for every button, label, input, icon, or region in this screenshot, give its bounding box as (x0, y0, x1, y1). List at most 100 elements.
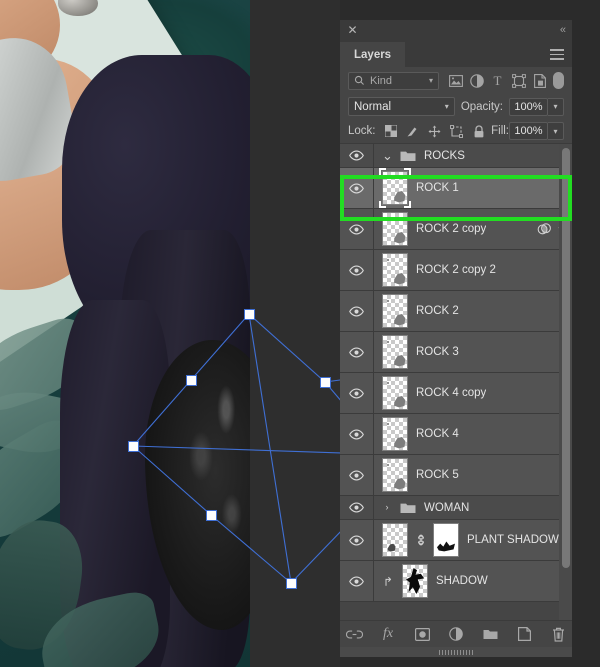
thumbnail-figure (406, 568, 425, 594)
delete-layer-button[interactable] (549, 625, 567, 643)
layer-visibility-toggle[interactable] (340, 561, 374, 601)
layer-row-body[interactable]: ROCK 2 copy▾ (374, 209, 572, 249)
filter-pixel-icon[interactable] (445, 71, 466, 91)
layer-row-body[interactable]: PLANT SHADOW (374, 520, 572, 560)
layer-row-body[interactable]: › WOMAN (374, 496, 572, 519)
transform-handle[interactable] (127, 440, 139, 452)
transform-handle[interactable] (243, 308, 255, 320)
lock-artboard-icon[interactable] (447, 122, 467, 140)
layer-row-rocks[interactable]: ⌄ ROCKS (340, 144, 572, 168)
layer-style-fx-button[interactable]: fx (379, 625, 397, 643)
layer-row-rock-1[interactable]: ROCK 1 (340, 168, 572, 209)
filter-type-icons: T (445, 71, 564, 91)
grip-lines-icon (439, 649, 473, 655)
layer-thumbnail[interactable] (382, 212, 408, 246)
layer-row-body[interactable]: ROCK 2 copy 2 (374, 250, 572, 290)
layer-list-scrollbar[interactable] (559, 144, 572, 620)
transform-handle[interactable] (185, 374, 197, 386)
layer-visibility-toggle[interactable] (340, 332, 374, 372)
layer-row-rock-5[interactable]: ROCK 5 (340, 455, 572, 496)
transform-handle[interactable] (285, 577, 297, 589)
effects-icon[interactable] (537, 222, 552, 236)
filter-enable-toggle[interactable] (553, 72, 564, 89)
layer-name-label: ROCK 3 (416, 346, 459, 358)
new-adjustment-layer-button[interactable] (447, 625, 465, 643)
panel-menu-icon[interactable] (550, 49, 564, 60)
layer-row-body[interactable]: ROCK 5 (374, 455, 572, 495)
layer-row-body[interactable]: ROCK 4 (374, 414, 572, 454)
layer-thumbnail[interactable] (382, 417, 408, 451)
filter-type-icon[interactable]: T (487, 71, 508, 91)
layer-row-body[interactable]: ROCK 1 (374, 168, 572, 208)
layer-thumbnail[interactable] (382, 376, 408, 410)
layer-row-rock-2-copy-2[interactable]: ROCK 2 copy 2 (340, 250, 572, 291)
layer-row-body[interactable]: ROCK 2 (374, 291, 572, 331)
layer-row-woman[interactable]: › WOMAN (340, 496, 572, 520)
layer-row-body[interactable]: ↳ SHADOW (374, 561, 572, 601)
chevron-down-icon[interactable]: ⌄ (382, 149, 393, 162)
lock-image-icon[interactable] (403, 122, 423, 140)
layer-visibility-toggle[interactable] (340, 414, 374, 454)
lock-all-icon[interactable] (469, 122, 489, 140)
filter-smartobject-icon[interactable] (529, 71, 550, 91)
layer-name-label: ROCK 4 copy (416, 387, 487, 399)
layer-row-body[interactable]: ROCK 4 copy (374, 373, 572, 413)
layer-thumbnail[interactable] (379, 168, 411, 208)
layer-visibility-toggle[interactable] (340, 496, 374, 519)
layer-visibility-toggle[interactable] (340, 291, 374, 331)
layer-mask-thumbnail[interactable] (433, 523, 459, 557)
layer-thumbnail[interactable] (402, 564, 428, 598)
layer-row-shadow[interactable]: ↳ SHADOW (340, 561, 572, 602)
mask-link-icon[interactable] (416, 534, 425, 546)
layer-row-rock-2[interactable]: ROCK 2 (340, 291, 572, 332)
layer-thumbnail[interactable] (382, 523, 408, 557)
layer-visibility-toggle[interactable] (340, 455, 374, 495)
layer-list[interactable]: ⌄ ROCKS ROCK 1 ROCK 2 copy▾ ROCK 2 copy 2 ROC… (340, 143, 572, 620)
canvas-area[interactable] (0, 0, 340, 667)
blend-mode-select[interactable]: Normal ▾ (348, 97, 455, 116)
lock-transparency-icon[interactable] (381, 122, 401, 140)
layer-thumbnail[interactable] (382, 253, 408, 287)
layer-visibility-toggle[interactable] (340, 144, 374, 167)
document-artwork[interactable] (0, 0, 250, 667)
layer-row-plant-shadow[interactable]: PLANT SHADOW (340, 520, 572, 561)
layer-row-rock-3[interactable]: ROCK 3 (340, 332, 572, 373)
opacity-input[interactable]: 100% (509, 97, 548, 116)
fill-stepper-chevron-icon[interactable]: ▾ (548, 122, 564, 140)
add-layer-mask-button[interactable] (413, 625, 431, 643)
folder-icon (400, 150, 416, 162)
filter-adjustment-icon[interactable] (466, 71, 487, 91)
layer-thumbnail[interactable] (382, 458, 408, 492)
collapse-panel-icon[interactable]: « (560, 24, 566, 36)
opacity-field-group: 100% ▾ (509, 97, 564, 116)
layer-visibility-toggle[interactable] (340, 520, 374, 560)
layer-thumbnail[interactable] (382, 335, 408, 369)
layer-row-rock-4-copy[interactable]: ROCK 4 copy (340, 373, 572, 414)
layer-list-scrollbar-thumb[interactable] (562, 148, 570, 568)
fill-input[interactable]: 100% (509, 122, 548, 140)
close-icon[interactable]: ✕ (347, 24, 358, 36)
panel-resize-grip[interactable] (340, 647, 572, 657)
tab-layers[interactable]: Layers (340, 42, 406, 67)
filter-shape-icon[interactable] (508, 71, 529, 91)
layer-row-rock-4[interactable]: ROCK 4 (340, 414, 572, 455)
chevron-right-icon[interactable]: › (382, 503, 392, 512)
thumbnail-rock-shape (394, 437, 406, 449)
layer-row-body[interactable]: ROCK 3 (374, 332, 572, 372)
new-group-button[interactable] (481, 625, 499, 643)
layer-visibility-toggle[interactable] (340, 250, 374, 290)
layer-thumbnail[interactable] (382, 294, 408, 328)
lock-position-icon[interactable] (425, 122, 445, 140)
layer-row-body[interactable]: ⌄ ROCKS (374, 144, 572, 167)
opacity-stepper-chevron-icon[interactable]: ▾ (548, 97, 564, 116)
transform-handle[interactable] (205, 509, 217, 521)
layer-visibility-toggle[interactable] (340, 373, 374, 413)
transform-handle[interactable] (319, 376, 331, 388)
filter-kind-select[interactable]: Kind ▾ (348, 71, 439, 90)
layer-row-rock-2-copy[interactable]: ROCK 2 copy▾ (340, 209, 572, 250)
thumbnail-speck (387, 259, 389, 261)
link-layers-button[interactable] (345, 625, 363, 643)
new-layer-button[interactable] (515, 625, 533, 643)
layer-visibility-toggle[interactable] (340, 209, 374, 249)
layer-visibility-toggle[interactable] (340, 168, 374, 208)
